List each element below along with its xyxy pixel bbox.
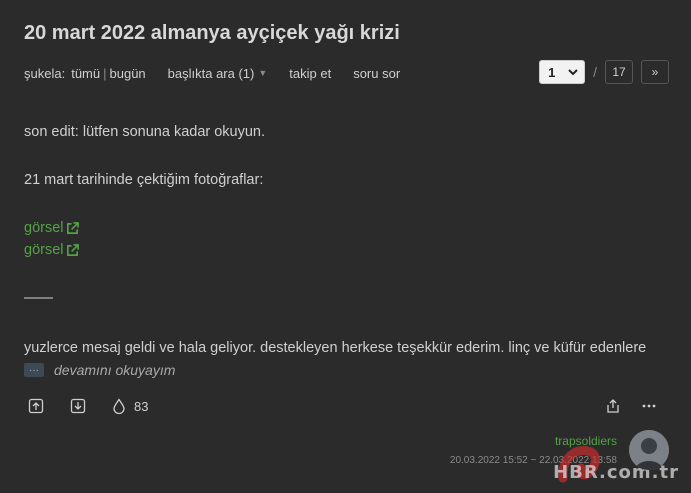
pager-slash: / [593, 64, 597, 80]
sukela-today-link[interactable]: bugün [110, 66, 146, 81]
image-link-label: görsel [24, 220, 64, 236]
topic-subnav: şukela: tümü | bugün başlıkta ara (1) ▼ … [24, 64, 400, 82]
favorite-count: 83 [134, 398, 149, 414]
read-more-label: devamını okuyayım [54, 362, 176, 378]
entry-divider: —— [24, 290, 53, 306]
follow-link[interactable]: takip et [289, 66, 331, 81]
page-select[interactable]: 1 [539, 60, 586, 84]
entry-actions: 83 [28, 398, 148, 414]
entry-line: yuzlerce mesaj geldi ve hala geliyor. de… [24, 340, 647, 356]
caret-down-icon: ▼ [258, 68, 268, 78]
share-icon[interactable] [605, 398, 621, 414]
ask-question-link[interactable]: soru sor [353, 66, 400, 81]
page-select-value: 1 [548, 64, 556, 80]
chevron-down-icon [568, 69, 578, 76]
sukela-separator: | [103, 65, 107, 81]
more-options-icon[interactable] [641, 398, 657, 414]
downvote-button[interactable] [70, 398, 86, 414]
drop-icon [113, 398, 125, 414]
image-link-label: görsel [24, 242, 64, 258]
arrow-up-box-icon [28, 398, 44, 414]
upvote-button[interactable] [28, 398, 44, 414]
external-link-icon [66, 221, 79, 234]
entry-line: son edit: lütfen sonuna kadar okuyun. [24, 124, 266, 140]
ellipsis-badge: ··· [24, 363, 44, 377]
page-title[interactable]: 20 mart 2022 almanya ayçiçek yağı krizi [24, 22, 400, 45]
image-link[interactable]: görsel [24, 238, 79, 262]
search-in-topic-dropdown[interactable]: başlıkta ara (1) ▼ [168, 66, 268, 81]
entry-secondary-actions [605, 398, 657, 414]
last-page-button[interactable]: 17 [605, 60, 633, 84]
sukela-label: şukela: [24, 65, 66, 81]
search-in-topic-label: başlıkta ara (1) [167, 65, 255, 81]
next-page-button[interactable]: » [641, 60, 669, 84]
pager: 1 / 17 » [539, 60, 669, 84]
image-link[interactable]: görsel [24, 216, 79, 240]
favorite-button[interactable]: 83 [112, 398, 148, 414]
entry-line: 21 mart tarihinde çektiğim fotoğraflar: [24, 172, 264, 188]
external-link-icon [66, 243, 79, 256]
sukela-all-link[interactable]: tümü [71, 66, 100, 81]
read-more[interactable]: ··· devamını okuyayım [24, 362, 175, 378]
avatar[interactable] [629, 430, 669, 470]
arrow-down-box-icon [70, 398, 86, 414]
